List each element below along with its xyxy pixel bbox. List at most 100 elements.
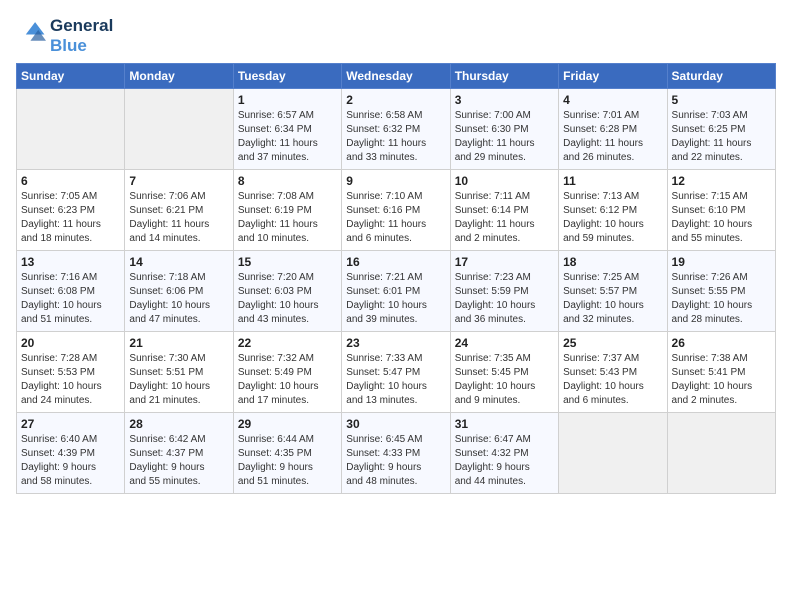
- cell-daylight-text: Sunrise: 7:15 AM Sunset: 6:10 PM Dayligh…: [672, 190, 771, 246]
- calendar-week-row: 27 Sunrise: 6:40 AM Sunset: 4:39 PM Dayli…: [17, 413, 776, 494]
- logo-text-line2: Blue: [50, 36, 113, 56]
- day-number: 14: [129, 255, 228, 269]
- weekday-header: Wednesday: [342, 64, 450, 89]
- day-number: 31: [455, 417, 554, 431]
- cell-daylight-text: Sunrise: 7:00 AM Sunset: 6:30 PM Dayligh…: [455, 109, 554, 165]
- cell-daylight-text: Sunrise: 7:23 AM Sunset: 5:59 PM Dayligh…: [455, 271, 554, 327]
- calendar-week-row: 6Sunrise: 7:05 AM Sunset: 6:23 PM Daylig…: [17, 170, 776, 251]
- day-number: 23: [346, 336, 445, 350]
- cell-daylight-text: Sunrise: 6:45 AM Sunset: 4:33 PM Dayligh…: [346, 433, 445, 489]
- calendar-cell: 8 Sunrise: 7:08 AM Sunset: 6:19 PM Daylig…: [233, 170, 341, 251]
- calendar-cell: [559, 413, 667, 494]
- calendar-cell: 7 Sunrise: 7:06 AM Sunset: 6:21 PM Daylig…: [125, 170, 233, 251]
- cell-daylight-text: Sunrise: 7:33 AM Sunset: 5:47 PM Dayligh…: [346, 352, 445, 408]
- calendar-cell: 27 Sunrise: 6:40 AM Sunset: 4:39 PM Dayli…: [17, 413, 125, 494]
- cell-daylight-text: Sunrise: 6:47 AM Sunset: 4:32 PM Dayligh…: [455, 433, 554, 489]
- calendar-cell: 13Sunrise: 7:16 AM Sunset: 6:08 PM Dayli…: [17, 251, 125, 332]
- cell-daylight-text: Sunrise: 7:26 AM Sunset: 5:55 PM Dayligh…: [672, 271, 771, 327]
- calendar-cell: 15Sunrise: 7:20 AM Sunset: 6:03 PM Dayli…: [233, 251, 341, 332]
- day-number: 17: [455, 255, 554, 269]
- cell-daylight-text: Sunrise: 7:10 AM Sunset: 6:16 PM Dayligh…: [346, 190, 445, 246]
- calendar-cell: 9 Sunrise: 7:10 AM Sunset: 6:16 PM Daylig…: [342, 170, 450, 251]
- header-row: SundayMondayTuesdayWednesdayThursdayFrid…: [17, 64, 776, 89]
- day-number: 4: [563, 93, 662, 107]
- day-number: 25: [563, 336, 662, 350]
- cell-daylight-text: Sunrise: 7:38 AM Sunset: 5:41 PM Dayligh…: [672, 352, 771, 408]
- weekday-header: Monday: [125, 64, 233, 89]
- page: General Blue SundayMondayTuesdayWednesda…: [0, 0, 792, 504]
- day-number: 24: [455, 336, 554, 350]
- calendar-cell: 17 Sunrise: 7:23 AM Sunset: 5:59 PM Dayli…: [450, 251, 558, 332]
- day-number: 27: [21, 417, 120, 431]
- calendar-cell: 2 Sunrise: 6:58 AM Sunset: 6:32 PM Daylig…: [342, 89, 450, 170]
- calendar-cell: 23 Sunrise: 7:33 AM Sunset: 5:47 PM Dayli…: [342, 332, 450, 413]
- cell-daylight-text: Sunrise: 7:06 AM Sunset: 6:21 PM Dayligh…: [129, 190, 228, 246]
- cell-daylight-text: Sunrise: 7:05 AM Sunset: 6:23 PM Dayligh…: [21, 190, 120, 246]
- weekday-header: Thursday: [450, 64, 558, 89]
- logo-text-line1: General: [50, 16, 113, 36]
- cell-daylight-text: Sunrise: 7:25 AM Sunset: 5:57 PM Dayligh…: [563, 271, 662, 327]
- cell-daylight-text: Sunrise: 6:40 AM Sunset: 4:39 PM Dayligh…: [21, 433, 120, 489]
- cell-daylight-text: Sunrise: 7:21 AM Sunset: 6:01 PM Dayligh…: [346, 271, 445, 327]
- cell-daylight-text: Sunrise: 7:08 AM Sunset: 6:19 PM Dayligh…: [238, 190, 337, 246]
- calendar-cell: [667, 413, 775, 494]
- cell-daylight-text: Sunrise: 7:01 AM Sunset: 6:28 PM Dayligh…: [563, 109, 662, 165]
- calendar-cell: 24 Sunrise: 7:35 AM Sunset: 5:45 PM Dayli…: [450, 332, 558, 413]
- day-number: 11: [563, 174, 662, 188]
- day-number: 30: [346, 417, 445, 431]
- calendar-cell: 4 Sunrise: 7:01 AM Sunset: 6:28 PM Daylig…: [559, 89, 667, 170]
- calendar-cell: [17, 89, 125, 170]
- calendar-cell: 31 Sunrise: 6:47 AM Sunset: 4:32 PM Dayli…: [450, 413, 558, 494]
- cell-daylight-text: Sunrise: 7:03 AM Sunset: 6:25 PM Dayligh…: [672, 109, 771, 165]
- calendar-cell: 19 Sunrise: 7:26 AM Sunset: 5:55 PM Dayli…: [667, 251, 775, 332]
- calendar-cell: 11 Sunrise: 7:13 AM Sunset: 6:12 PM Dayli…: [559, 170, 667, 251]
- day-number: 19: [672, 255, 771, 269]
- cell-daylight-text: Sunrise: 7:32 AM Sunset: 5:49 PM Dayligh…: [238, 352, 337, 408]
- cell-daylight-text: Sunrise: 6:42 AM Sunset: 4:37 PM Dayligh…: [129, 433, 228, 489]
- day-number: 12: [672, 174, 771, 188]
- header: General Blue: [16, 16, 776, 55]
- calendar-cell: 18Sunrise: 7:25 AM Sunset: 5:57 PM Dayli…: [559, 251, 667, 332]
- cell-daylight-text: Sunrise: 7:13 AM Sunset: 6:12 PM Dayligh…: [563, 190, 662, 246]
- calendar-cell: 1Sunrise: 6:57 AM Sunset: 6:34 PM Daylig…: [233, 89, 341, 170]
- cell-daylight-text: Sunrise: 7:35 AM Sunset: 5:45 PM Dayligh…: [455, 352, 554, 408]
- calendar-cell: 22 Sunrise: 7:32 AM Sunset: 5:49 PM Dayli…: [233, 332, 341, 413]
- weekday-header: Saturday: [667, 64, 775, 89]
- day-number: 5: [672, 93, 771, 107]
- day-number: 1: [238, 93, 337, 107]
- calendar-cell: 12 Sunrise: 7:15 AM Sunset: 6:10 PM Dayli…: [667, 170, 775, 251]
- calendar-week-row: 13Sunrise: 7:16 AM Sunset: 6:08 PM Dayli…: [17, 251, 776, 332]
- day-number: 22: [238, 336, 337, 350]
- calendar-cell: 14Sunrise: 7:18 AM Sunset: 6:06 PM Dayli…: [125, 251, 233, 332]
- calendar-table: SundayMondayTuesdayWednesdayThursdayFrid…: [16, 63, 776, 494]
- day-number: 16: [346, 255, 445, 269]
- day-number: 2: [346, 93, 445, 107]
- calendar-cell: [125, 89, 233, 170]
- calendar-cell: 29Sunrise: 6:44 AM Sunset: 4:35 PM Dayli…: [233, 413, 341, 494]
- calendar-cell: 26Sunrise: 7:38 AM Sunset: 5:41 PM Dayli…: [667, 332, 775, 413]
- day-number: 20: [21, 336, 120, 350]
- cell-daylight-text: Sunrise: 6:58 AM Sunset: 6:32 PM Dayligh…: [346, 109, 445, 165]
- logo-icon: [18, 19, 46, 47]
- day-number: 8: [238, 174, 337, 188]
- day-number: 9: [346, 174, 445, 188]
- day-number: 21: [129, 336, 228, 350]
- day-number: 7: [129, 174, 228, 188]
- calendar-cell: 30 Sunrise: 6:45 AM Sunset: 4:33 PM Dayli…: [342, 413, 450, 494]
- day-number: 28: [129, 417, 228, 431]
- calendar-cell: 6Sunrise: 7:05 AM Sunset: 6:23 PM Daylig…: [17, 170, 125, 251]
- cell-daylight-text: Sunrise: 7:30 AM Sunset: 5:51 PM Dayligh…: [129, 352, 228, 408]
- logo: General Blue: [16, 16, 113, 55]
- weekday-header: Sunday: [17, 64, 125, 89]
- calendar-cell: 20 Sunrise: 7:28 AM Sunset: 5:53 PM Dayli…: [17, 332, 125, 413]
- calendar-cell: 28 Sunrise: 6:42 AM Sunset: 4:37 PM Dayli…: [125, 413, 233, 494]
- calendar-cell: 10Sunrise: 7:11 AM Sunset: 6:14 PM Dayli…: [450, 170, 558, 251]
- cell-daylight-text: Sunrise: 6:44 AM Sunset: 4:35 PM Dayligh…: [238, 433, 337, 489]
- cell-daylight-text: Sunrise: 7:28 AM Sunset: 5:53 PM Dayligh…: [21, 352, 120, 408]
- day-number: 15: [238, 255, 337, 269]
- day-number: 3: [455, 93, 554, 107]
- cell-daylight-text: Sunrise: 7:11 AM Sunset: 6:14 PM Dayligh…: [455, 190, 554, 246]
- weekday-header: Tuesday: [233, 64, 341, 89]
- cell-daylight-text: Sunrise: 7:37 AM Sunset: 5:43 PM Dayligh…: [563, 352, 662, 408]
- calendar-cell: 5 Sunrise: 7:03 AM Sunset: 6:25 PM Daylig…: [667, 89, 775, 170]
